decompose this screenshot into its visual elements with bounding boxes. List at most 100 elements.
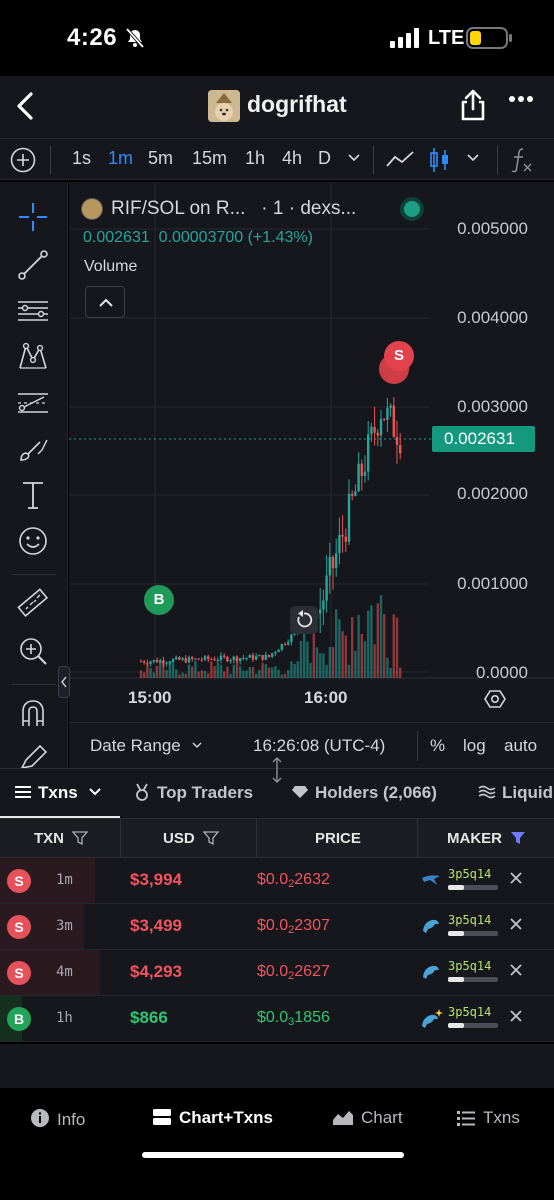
nav-info[interactable]: Info — [30, 1108, 85, 1130]
volume-bar — [203, 670, 207, 678]
crosshair-icon[interactable] — [16, 200, 50, 234]
nav-chart[interactable]: Chart — [332, 1108, 403, 1128]
volume-bar — [152, 672, 155, 678]
close-icon[interactable] — [508, 962, 524, 978]
maker-address[interactable]: 3p5q14 — [448, 913, 491, 927]
volume-bar — [335, 609, 338, 678]
close-icon[interactable] — [508, 1008, 524, 1024]
chart-clock: 16:26:08 (UTC-4) — [253, 736, 386, 755]
candle-body — [146, 662, 149, 664]
collapse-toolbar-button[interactable] — [58, 666, 70, 698]
candles-icon[interactable] — [428, 145, 452, 175]
interval-1m[interactable]: 1m — [108, 148, 133, 169]
tab-holders[interactable]: Holders (2,066) — [291, 783, 437, 803]
candle-body — [226, 656, 229, 662]
candle-body — [399, 444, 402, 454]
collapse-legend-button[interactable] — [85, 286, 125, 318]
col-txn[interactable]: TXN — [34, 830, 89, 847]
maker-address[interactable]: 3p5q14 — [448, 959, 491, 973]
volume-bar — [347, 664, 351, 678]
tab-top-traders[interactable]: Top Traders — [133, 783, 253, 803]
col-maker[interactable]: MAKER — [447, 830, 526, 847]
candle-body — [290, 634, 293, 643]
interval-15m[interactable]: 15m — [192, 148, 227, 169]
date-range-button[interactable]: Date Range — [90, 736, 203, 756]
emoji-icon[interactable] — [16, 524, 50, 558]
candle-body — [261, 655, 264, 660]
close-icon[interactable] — [508, 870, 524, 886]
table-row[interactable]: S 1m $3,994 $0.022632 3p5q14 — [0, 858, 554, 904]
chevron-down-icon[interactable] — [347, 153, 361, 163]
brush-icon[interactable] — [16, 432, 50, 466]
chart-settings-icon[interactable] — [484, 688, 506, 710]
txn-usd: $3,994 — [130, 870, 182, 889]
text-tool-icon[interactable] — [16, 478, 50, 512]
log-scale-toggle[interactable]: log — [463, 736, 486, 756]
reset-chart-button[interactable] — [290, 606, 318, 634]
price-prefix: $0.0 — [257, 1009, 289, 1026]
volume-bar — [370, 605, 373, 678]
chevron-down-icon — [89, 788, 102, 796]
table-row[interactable]: S 3m $3,499 $0.022307 3p5q14 — [0, 904, 554, 950]
candle-body — [341, 534, 344, 537]
candle-body — [245, 657, 248, 659]
price-tick: 0.001000 — [457, 574, 528, 593]
projection-icon[interactable] — [16, 386, 50, 420]
candle-body — [152, 659, 155, 662]
txn-usd: $4,293 — [130, 962, 182, 981]
more-icon[interactable] — [508, 94, 534, 104]
buy-marker[interactable]: B — [144, 585, 174, 615]
candle-body — [223, 655, 226, 657]
lock-pencil-icon[interactable] — [16, 742, 50, 768]
zoom-in-icon[interactable] — [16, 634, 50, 668]
trend-line-icon[interactable] — [16, 248, 50, 282]
volume-bar — [191, 666, 194, 678]
volume-bar — [226, 666, 229, 678]
col-price[interactable]: PRICE — [315, 830, 361, 847]
candle-body — [258, 655, 261, 657]
toolbar-divider — [373, 146, 374, 174]
add-indicator-icon[interactable] — [10, 147, 36, 173]
pattern-icon[interactable] — [16, 340, 50, 374]
maker-holding-bar — [448, 1023, 498, 1028]
volume-bar — [187, 664, 191, 678]
col-usd[interactable]: USD — [163, 830, 220, 847]
price-chart[interactable]: RIF/SOL on R... · 1 · dexs... 0.002631 0… — [69, 182, 554, 722]
interval-d[interactable]: D — [318, 148, 331, 169]
auto-scale-toggle[interactable]: auto — [504, 736, 537, 756]
interval-1h[interactable]: 1h — [245, 148, 265, 169]
ruler-icon[interactable] — [16, 586, 50, 620]
table-empty-space — [0, 1044, 554, 1088]
candle-body — [383, 418, 386, 420]
function-icon[interactable] — [510, 145, 534, 175]
price-prefix: $0.0 — [257, 917, 289, 934]
price-digits: 2632 — [294, 871, 330, 888]
nav-txns[interactable]: Txns — [456, 1108, 520, 1128]
volume-bar — [386, 657, 389, 678]
table-row[interactable]: B 1h $866 $0.031856 3p5q14 — [0, 996, 554, 1042]
chevron-down-icon[interactable] — [466, 153, 480, 163]
interval-5m[interactable]: 5m — [148, 148, 173, 169]
line-chart-icon[interactable] — [384, 145, 416, 173]
nav-chart-txns[interactable]: Chart+Txns — [152, 1108, 273, 1128]
maker-address[interactable]: 3p5q14 — [448, 867, 491, 881]
volume-bar — [171, 663, 175, 678]
back-arrow-icon[interactable] — [10, 88, 40, 124]
resize-handle-icon[interactable] — [269, 757, 285, 783]
candlestick-plot[interactable] — [69, 182, 554, 722]
sell-marker[interactable]: S — [384, 341, 414, 371]
interval-4h[interactable]: 4h — [282, 148, 302, 169]
interval-1s[interactable]: 1s — [72, 148, 91, 169]
fib-lines-icon[interactable] — [16, 294, 50, 328]
maker-address[interactable]: 3p5q14 — [448, 1005, 491, 1019]
date-range-label: Date Range — [90, 736, 181, 755]
close-icon[interactable] — [508, 916, 524, 932]
tab-liquidity[interactable]: Liquid — [478, 783, 553, 803]
volume-bar — [239, 666, 242, 678]
table-row[interactable]: S 4m $4,293 $0.022627 3p5q14 — [0, 950, 554, 996]
tab-txns[interactable]: Txns — [14, 783, 102, 803]
share-icon[interactable] — [459, 88, 487, 122]
volume-bar — [322, 653, 325, 678]
percent-scale-toggle[interactable]: % — [430, 736, 445, 756]
magnet-icon[interactable] — [16, 696, 50, 730]
